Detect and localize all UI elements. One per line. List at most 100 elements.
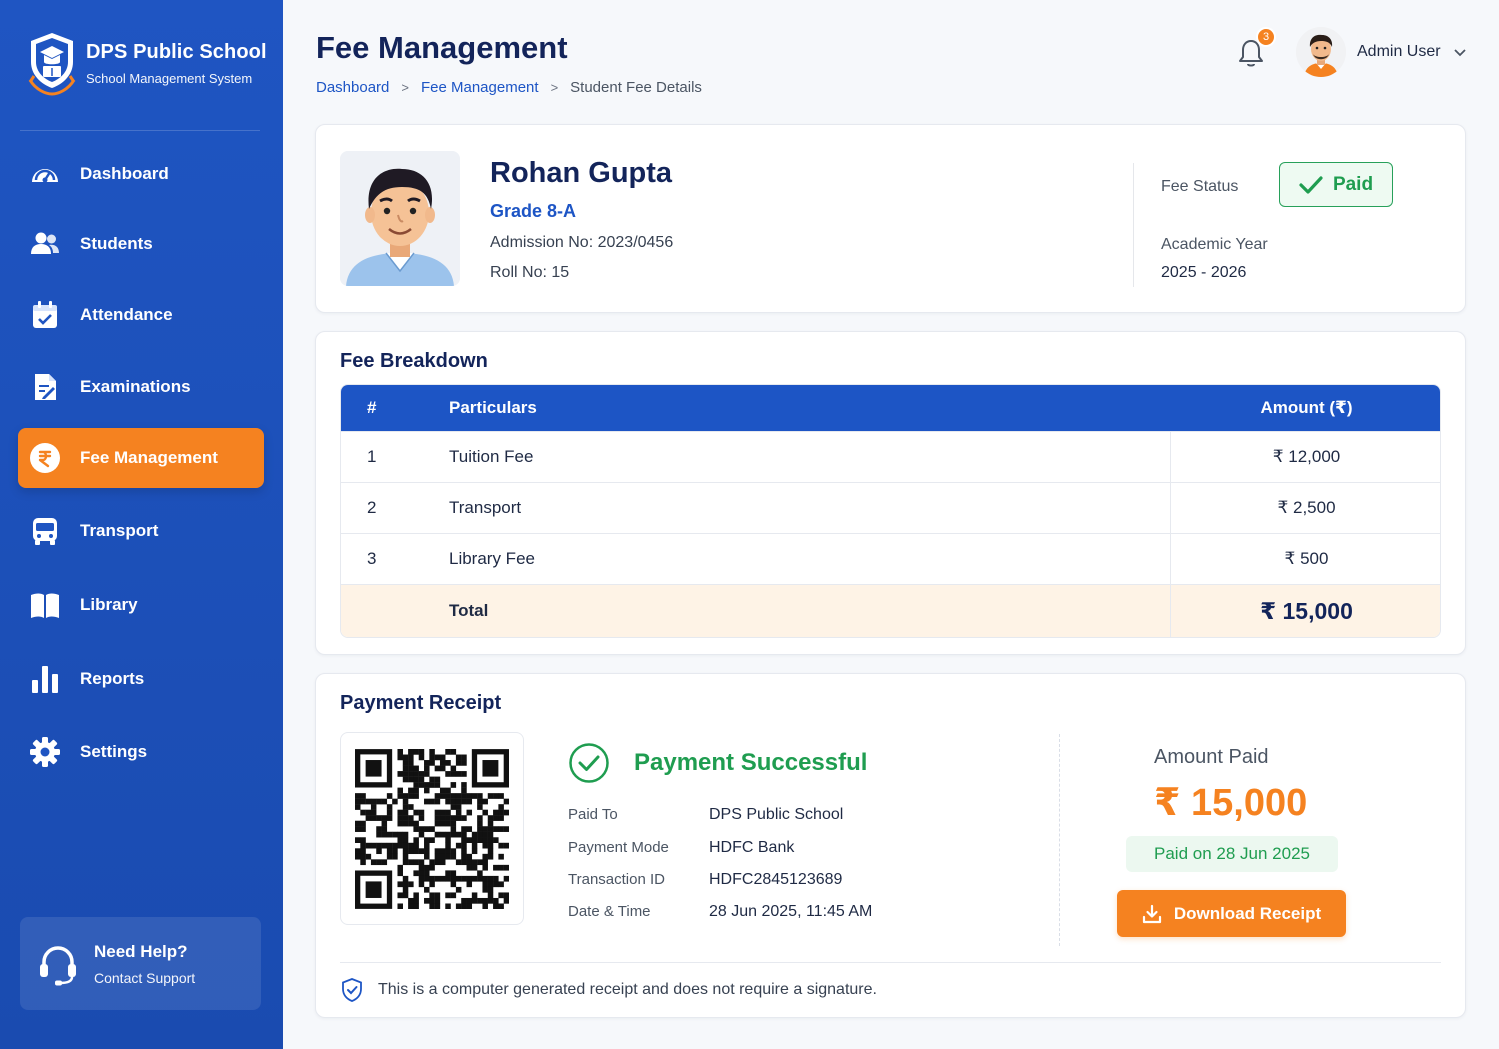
fee-status-label: Fee Status (1161, 178, 1239, 195)
row-number: 3 (367, 549, 377, 568)
student-info-card: Rohan Gupta Grade 8-A Admission No: 2023… (315, 124, 1466, 313)
speedometer-icon (28, 157, 62, 191)
sidebar-item-label: Examinations (80, 377, 191, 396)
payment-receipt-card: Payment Receipt Payment Successful Paid … (315, 673, 1466, 1018)
student-grade: Grade 8-A (490, 201, 577, 221)
chevron-right-icon: > (401, 80, 409, 95)
column-header-amount: Amount (₹) (1260, 398, 1353, 417)
amount-paid-value: ₹ 15,000 (1154, 782, 1308, 824)
table-row: 3 Library Fee ₹ 500 (341, 533, 1440, 584)
detail-value: 28 Jun 2025, 11:45 AM (709, 903, 873, 920)
sidebar-item-dashboard[interactable]: Dashboard (18, 144, 264, 204)
fee-breakdown-card: Fee Breakdown # Particulars Amount (₹) 1… (315, 331, 1466, 655)
breadcrumb-fee-management[interactable]: Fee Management (421, 79, 539, 96)
users-icon (28, 227, 62, 261)
table-row: 1 Tuition Fee ₹ 12,000 (341, 431, 1440, 482)
paid-on-badge: Paid on 28 Jun 2025 (1126, 836, 1338, 872)
vertical-divider (1133, 163, 1134, 287)
row-number: 2 (367, 498, 377, 517)
sidebar-item-fee-management[interactable]: Fee Management (18, 428, 264, 488)
sidebar-item-label: Settings (80, 742, 148, 761)
help-title: Need Help? (94, 941, 188, 961)
detail-label: Transaction ID (568, 871, 665, 888)
row-particular: Tuition Fee (449, 447, 534, 466)
table-header: # Particulars Amount (₹) (341, 385, 1440, 431)
student-photo (340, 151, 460, 286)
sidebar-item-label: Students (80, 234, 153, 253)
detail-label: Date & Time (568, 903, 651, 920)
section-title: Payment Receipt (340, 692, 502, 714)
detail-value: HDFC2845123689 (709, 871, 843, 888)
help-card[interactable]: Need Help? Contact Support (20, 917, 261, 1010)
notification-badge: 3 (1256, 27, 1276, 47)
gear-icon (28, 735, 62, 769)
download-receipt-label: Download Receipt (1173, 903, 1322, 923)
sidebar-item-examinations[interactable]: Examinations (18, 357, 264, 417)
book-icon (28, 588, 62, 622)
detail-label: Paid To (568, 806, 618, 823)
brand[interactable]: DPS Public School School Management Syst… (26, 30, 267, 96)
total-row: Total ₹ 15,000 (341, 584, 1440, 637)
status-badge-label: Paid (1332, 173, 1374, 195)
qr-code-icon (355, 749, 509, 909)
amount-paid-label: Amount Paid (1154, 746, 1269, 768)
row-number: 1 (367, 447, 377, 466)
total-label: Total (449, 601, 489, 620)
sidebar-item-transport[interactable]: Transport (18, 501, 264, 561)
row-amount: ₹ 12,000 (1272, 447, 1341, 466)
check-icon (1299, 175, 1323, 194)
page-title: Fee Management (316, 30, 568, 65)
bar-chart-icon (28, 662, 62, 696)
row-particular: Transport (449, 498, 522, 517)
sidebar-item-settings[interactable]: Settings (18, 722, 264, 782)
receipt-note-text: This is a computer generated receipt and… (378, 981, 877, 998)
sidebar-item-label: Dashboard (80, 164, 169, 183)
breadcrumb: Dashboard > Fee Management > Student Fee… (316, 79, 702, 96)
qr-code (340, 732, 524, 925)
receipt-note: This is a computer generated receipt and… (340, 977, 877, 1003)
download-icon (1142, 904, 1161, 923)
admission-number: Admission No: 2023/0456 (490, 234, 674, 251)
user-name: Admin User (1357, 43, 1441, 60)
rupee-icon (28, 441, 62, 475)
row-amount: ₹ 500 (1284, 549, 1329, 568)
horizontal-divider (340, 962, 1441, 963)
chevron-right-icon: > (550, 80, 559, 95)
column-header-particulars: Particulars (449, 398, 537, 417)
section-title: Fee Breakdown (340, 350, 488, 372)
sidebar-divider (20, 130, 260, 131)
sidebar-item-students[interactable]: Students (18, 214, 264, 274)
detail-value: HDFC Bank (709, 839, 795, 856)
sidebar-item-attendance[interactable]: Attendance (18, 285, 264, 345)
contact-support-link[interactable]: Contact Support (94, 970, 195, 986)
brand-name: DPS Public School (86, 40, 267, 63)
check-circle-icon (569, 743, 609, 783)
student-name: Rohan Gupta (490, 157, 673, 189)
fee-table: # Particulars Amount (₹) 1 Tuition Fee ₹… (340, 384, 1441, 638)
sidebar-item-label: Library (80, 595, 138, 614)
sidebar-item-reports[interactable]: Reports (18, 649, 264, 709)
document-edit-icon (28, 370, 62, 404)
brand-subtitle: School Management System (86, 70, 253, 86)
school-crest-icon (28, 33, 76, 96)
headset-icon (40, 945, 76, 985)
dashed-divider (1059, 734, 1060, 946)
download-receipt-button[interactable]: Download Receipt (1117, 890, 1346, 937)
breadcrumb-current: Student Fee Details (570, 79, 702, 96)
column-header-number: # (367, 398, 377, 417)
breadcrumb-dashboard[interactable]: Dashboard (316, 79, 389, 96)
sidebar: DPS Public School School Management Syst… (0, 0, 283, 1049)
sidebar-item-label: Reports (80, 669, 145, 688)
academic-year-value: 2025 - 2026 (1161, 264, 1247, 281)
row-amount: ₹ 2,500 (1277, 498, 1336, 517)
sidebar-item-label: Attendance (80, 305, 173, 324)
detail-value: DPS Public School (709, 806, 844, 823)
status-badge: Paid (1279, 162, 1393, 207)
payment-status: Payment Successful (634, 749, 868, 776)
roll-number: Roll No: 15 (490, 264, 570, 281)
user-menu[interactable]: Admin User (1296, 27, 1467, 77)
sidebar-item-label: Transport (80, 521, 159, 540)
bus-icon (28, 514, 62, 548)
sidebar-item-label: Fee Management (80, 448, 218, 467)
sidebar-item-library[interactable]: Library (18, 575, 264, 635)
